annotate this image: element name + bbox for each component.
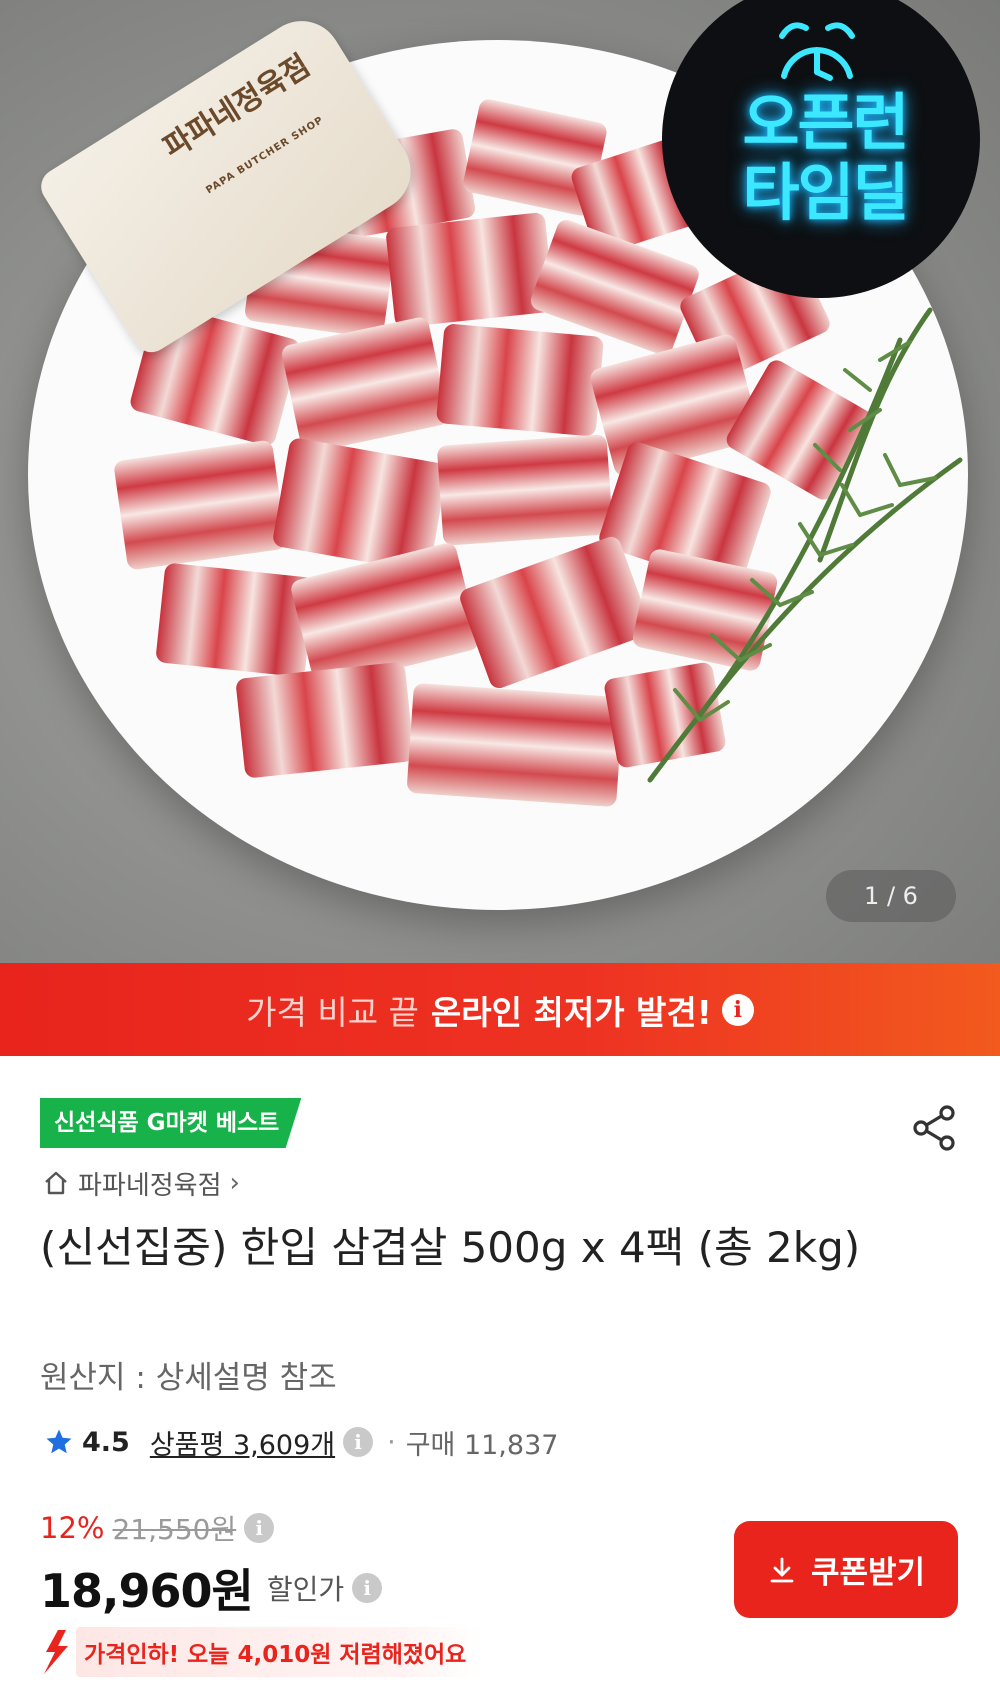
info-icon[interactable]: i (352, 1573, 383, 1603)
discount-percent: 12% (40, 1511, 105, 1545)
badge-line-1: 오픈런 (742, 86, 909, 159)
badge-line-2: 타임딜 (742, 156, 909, 229)
store-link[interactable]: 파파네정육점 › (42, 1163, 240, 1203)
price-drop-message: 가격인하! 오늘 4,010원 저렴해졌어요 (76, 1627, 485, 1677)
price-row: 18,960원 할인가 i (40, 1558, 383, 1618)
star-icon (46, 1429, 72, 1454)
separator-dot: · (387, 1426, 396, 1458)
price-drop-notice: 가격인하! 오늘 4,010원 저렴해졌어요 (40, 1626, 485, 1678)
best-badge: 신선식품 G마켓 베스트 (40, 1098, 302, 1148)
download-icon (770, 1557, 794, 1582)
lowest-price-banner[interactable]: 가격 비교 끝 온라인 최저가 발견! i (0, 963, 1000, 1056)
origin-info: 원산지 : 상세설명 참조 (40, 1360, 337, 1396)
chevron-right-icon: › (229, 1168, 240, 1198)
price-label: 할인가 (266, 1573, 345, 1606)
rating-score: 4.5 (82, 1426, 130, 1458)
store-name: 파파네정육점 (78, 1170, 222, 1201)
product-title: (신선집중) 한입 삼겹살 500g x 4팩 (총 2kg) (40, 1223, 861, 1272)
sale-price: 18,960원 (40, 1564, 254, 1618)
product-image-carousel[interactable]: 파파네정육점 PAPA BUTCHER SHOP 오픈런 타임딜 1 / 6 (0, 0, 1000, 963)
info-icon[interactable]: i (244, 1513, 275, 1543)
promo-highlight: 온라인 최저가 발견! (430, 992, 712, 1032)
original-price: 21,550원 (112, 1513, 237, 1546)
get-coupon-button[interactable]: 쿠폰받기 (734, 1521, 958, 1618)
alarm-clock-icon (779, 22, 855, 81)
info-icon[interactable]: i (343, 1427, 374, 1457)
promo-prefix: 가격 비교 끝 (246, 992, 419, 1032)
purchase-count: 구매 11,837 (405, 1429, 559, 1461)
coupon-button-label: 쿠폰받기 (810, 1555, 926, 1591)
time-deal-text: 오픈런 타임딜 (690, 88, 960, 228)
home-icon (45, 1171, 67, 1195)
image-counter: 1 / 6 (826, 870, 956, 922)
share-icon[interactable] (910, 1103, 960, 1153)
review-count-link[interactable]: 상품평 3,609개 (150, 1423, 335, 1462)
price-down-arrow-icon (44, 1630, 68, 1674)
discount-row: 12% 21,550원 i (40, 1508, 275, 1548)
rating-row: 4.5 상품평 3,609개 i · 구매 11,837 (44, 1420, 558, 1464)
info-icon[interactable]: i (721, 993, 754, 1026)
